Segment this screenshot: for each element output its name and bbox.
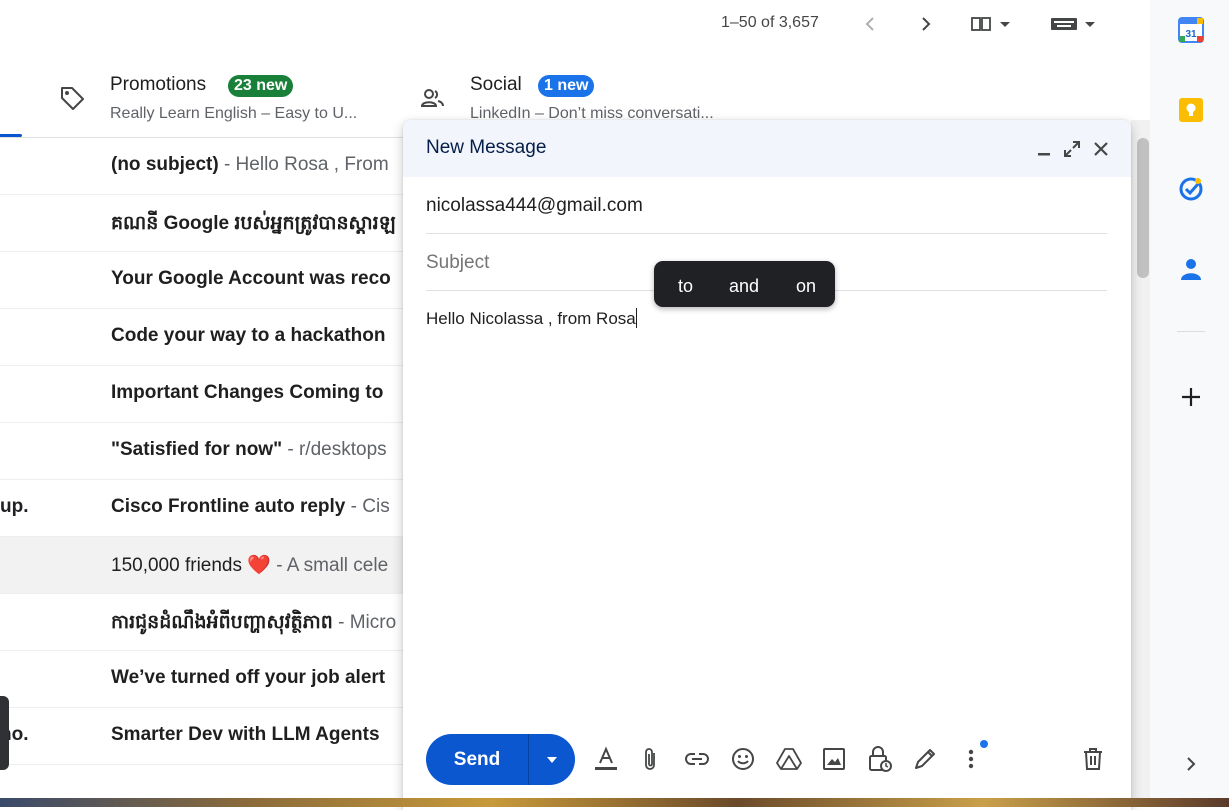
send-button-group: Send [426,734,575,785]
text-caret [635,308,637,328]
schedule-send-dropdown[interactable] [529,734,575,785]
promotions-snippet: Really Learn English – Easy to U... [110,105,358,122]
signature-pen-icon[interactable] [910,744,940,774]
keep-icon[interactable] [1177,96,1205,124]
expand-chevron-icon[interactable] [1177,750,1205,778]
email-subject: (no subject) [111,154,219,175]
notification-dot [980,740,988,748]
attach-icon[interactable] [636,744,666,774]
email-subject: គណនី Google របស់អ្នកត្រូវបានស្តារឡ [111,213,396,234]
email-snippet: - Hello Rosa , From [218,154,389,175]
contacts-icon[interactable] [1177,255,1205,283]
chevron-right-icon[interactable] [912,10,940,38]
link-icon[interactable] [682,744,712,774]
message-body-text: Hello Nicolassa , from Rosa [426,309,636,328]
people-icon [420,86,446,115]
email-snippet: - r/desktops [282,439,387,460]
chevron-down-icon [547,756,557,763]
tab-promotions[interactable]: Promotions [110,74,206,96]
subject-placeholder: Subject [426,252,490,273]
compose-header[interactable]: New Message [403,120,1131,177]
confidential-lock-icon[interactable] [865,744,895,774]
suggestion-item[interactable]: on [796,276,816,297]
email-sender: up. [0,496,29,517]
tag-icon [58,84,86,117]
email-snippet: - A small cele [270,555,389,576]
side-panel-divider [1177,331,1205,332]
desktop-wallpaper-strip [0,798,1229,807]
message-body[interactable]: Hello Nicolassa , from Rosa [426,308,637,329]
email-subject: Code your way to a hackathon [111,325,386,346]
text-format-icon[interactable] [591,744,621,774]
recipient-address: nicolassa444@gmail.com [426,195,643,216]
email-subject: Important Changes Coming to [111,382,384,403]
email-subject: 150,000 friends ❤️ [111,555,271,576]
scrollbar-thumb[interactable] [1137,138,1149,278]
social-new-badge: 1 new [538,75,595,97]
send-button[interactable]: Send [426,734,528,785]
email-subject: "Satisfied for now" [111,439,283,460]
active-tab-indicator [0,134,22,137]
drive-icon[interactable] [774,744,804,774]
split-pane-icon[interactable] [968,10,1014,38]
side-panel: 31 [1150,0,1229,807]
emoji-icon[interactable] [728,744,758,774]
promotions-new-badge: 23 new [228,75,294,97]
compose-window: New Message nicolassa444@gmail.com Subje… [403,120,1131,810]
pagination-text: 1–50 of 3,657 [721,14,819,31]
email-subject: We’ve turned off your job alert [111,667,386,688]
tab-social[interactable]: Social [470,74,522,96]
email-subject: Your Google Account was reco [111,268,391,289]
email-subject: Cisco Frontline auto reply [111,496,346,517]
chevron-left-icon[interactable] [856,10,884,38]
image-icon[interactable] [819,744,849,774]
suggestion-item[interactable]: to [678,276,693,297]
close-icon[interactable] [1089,137,1113,161]
keyboard-icon[interactable] [1048,10,1100,38]
email-snippet: - Cis [345,496,390,517]
add-icon[interactable] [1177,383,1205,411]
tasks-icon[interactable] [1177,175,1205,203]
suggestion-item[interactable]: and [729,276,759,297]
calendar-icon[interactable]: 31 [1177,16,1205,44]
to-field[interactable]: nicolassa444@gmail.com [426,177,1107,234]
calendar-day-label: 31 [1185,29,1197,40]
email-subject: Smarter Dev with LLM Agents [111,724,380,745]
word-suggestions-popup: to and on [654,261,835,307]
email-snippet: - Micro [332,612,397,633]
more-options-icon[interactable] [956,744,986,774]
email-subject: ការជូនដំណឹងអំពីបញ្ហាសុវត្ថិភាព [111,612,333,633]
floating-panel-edge[interactable] [0,696,9,770]
minimize-icon[interactable] [1032,137,1056,161]
trash-icon[interactable] [1078,744,1108,774]
compose-title: New Message [426,137,547,158]
fullscreen-icon[interactable] [1060,137,1084,161]
